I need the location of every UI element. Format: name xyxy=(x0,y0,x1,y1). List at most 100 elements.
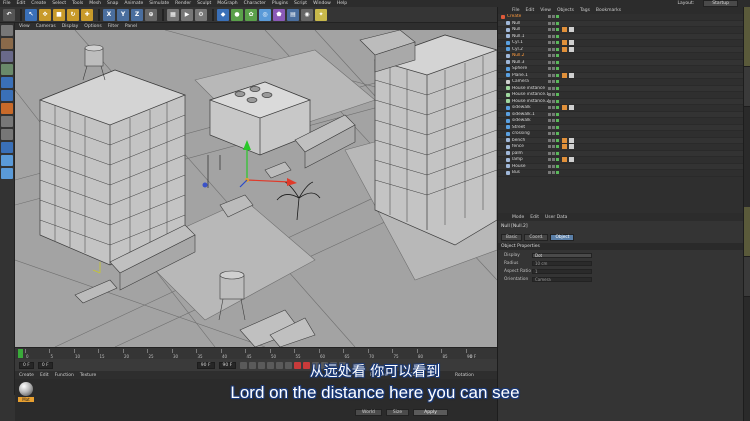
viewport-menu-display[interactable]: Display xyxy=(62,24,79,29)
texture-tag-icon[interactable] xyxy=(562,137,567,143)
visibility-dots[interactable] xyxy=(548,67,560,71)
om-menu-edit[interactable]: Edit xyxy=(526,8,535,13)
visibility-dots[interactable] xyxy=(548,119,560,123)
tweak-mode-icon[interactable] xyxy=(1,129,13,140)
am-menu-edit[interactable]: Edit xyxy=(530,215,539,220)
menu-character[interactable]: Character xyxy=(244,1,266,6)
object-name[interactable]: House instance.1 xyxy=(512,92,552,97)
object-name[interactable]: crossing xyxy=(512,131,552,136)
tab-basic[interactable]: Basic xyxy=(501,234,523,241)
render-view-icon[interactable]: ▦ xyxy=(167,8,179,21)
visibility-dots[interactable] xyxy=(548,34,560,38)
timeline-ruler[interactable]: 0 5 10 15 20 25 30 35 40 45 50 55 60 65 70 75 80 85 90 0 F xyxy=(15,347,497,359)
object-name[interactable]: Cyl.1 xyxy=(512,40,552,45)
axis-y-button[interactable]: Y xyxy=(117,8,129,21)
visibility-dots[interactable] xyxy=(548,151,560,155)
material-tag-icon[interactable] xyxy=(569,157,574,163)
light-icon[interactable]: ✦ xyxy=(315,8,327,21)
am-menu-user-data[interactable]: User Data xyxy=(545,215,567,220)
object-name[interactable]: sidewalk xyxy=(512,118,552,123)
objects-side-tab[interactable] xyxy=(744,7,750,67)
subdivision-icon[interactable]: ● xyxy=(231,8,243,21)
live-select-icon[interactable]: ↖ xyxy=(25,8,37,21)
visibility-dots[interactable] xyxy=(548,164,560,168)
recent-tools-icon[interactable]: ✚ xyxy=(81,8,93,21)
object-row[interactable]: Bus xyxy=(498,170,743,177)
menu-mograph[interactable]: MoGraph xyxy=(217,1,237,6)
object-name[interactable]: Bus xyxy=(512,170,552,175)
coord-mode-dropdown[interactable]: World xyxy=(355,409,382,416)
camera-icon[interactable]: ◉ xyxy=(301,8,313,21)
viewport-menu-options[interactable]: Options xyxy=(84,24,101,29)
object-name[interactable]: House xyxy=(512,164,552,169)
visibility-dots[interactable] xyxy=(548,99,560,103)
visibility-dots[interactable] xyxy=(548,47,560,51)
aspect-ratio-input[interactable]: 1 xyxy=(532,268,592,274)
takes-side-tab[interactable] xyxy=(744,67,750,107)
array-icon[interactable]: ✿ xyxy=(245,8,257,21)
edges-mode-icon[interactable] xyxy=(1,90,13,101)
object-name[interactable]: Null.1 xyxy=(512,34,552,39)
object-name[interactable]: palm xyxy=(512,151,552,156)
menu-render[interactable]: Render xyxy=(175,1,191,6)
points-mode-icon[interactable] xyxy=(1,77,13,88)
menu-window[interactable]: Window xyxy=(313,1,331,6)
object-name[interactable]: Street xyxy=(512,125,552,130)
object-name[interactable]: bench xyxy=(512,138,552,143)
material-tag-icon[interactable] xyxy=(569,46,574,52)
menu-help[interactable]: Help xyxy=(337,1,347,6)
visibility-dots[interactable] xyxy=(548,112,560,116)
deformer-icon[interactable]: ⬟ xyxy=(273,8,285,21)
texture-tag-icon[interactable] xyxy=(562,27,567,33)
visibility-dots[interactable] xyxy=(548,60,560,64)
visibility-dots[interactable] xyxy=(548,138,560,142)
menu-tools[interactable]: Tools xyxy=(72,1,83,6)
apply-button[interactable]: Apply xyxy=(413,409,448,416)
visibility-dots[interactable] xyxy=(548,158,560,162)
object-name[interactable]: Camera xyxy=(512,79,552,84)
om-menu-file[interactable]: File xyxy=(512,8,520,13)
object-name[interactable]: sidewalk xyxy=(512,105,552,110)
undo-icon[interactable]: ↶ xyxy=(3,8,15,21)
viewport-menu-panel[interactable]: Panel xyxy=(125,24,137,29)
move-icon[interactable]: ✥ xyxy=(39,8,51,21)
scene-icon[interactable]: ▤ xyxy=(287,8,299,21)
visibility-dots[interactable] xyxy=(548,125,560,129)
visibility-dots[interactable] xyxy=(548,41,560,45)
object-name[interactable]: lamp xyxy=(512,157,552,162)
display-dropdown[interactable]: Dot xyxy=(532,252,592,258)
object-name[interactable]: House instance xyxy=(512,86,552,91)
layout-dropdown[interactable]: Startup xyxy=(703,0,738,7)
material-tag-icon[interactable] xyxy=(569,27,574,33)
material-tag-icon[interactable] xyxy=(569,72,574,78)
texture-tag-icon[interactable] xyxy=(562,46,567,52)
viewport-menu-filter[interactable]: Filter xyxy=(108,24,119,29)
object-name[interactable]: Null.2 xyxy=(512,53,552,58)
object-name[interactable]: Null.3 xyxy=(512,60,552,65)
axis-mode-icon[interactable] xyxy=(1,116,13,127)
visibility-dots[interactable] xyxy=(548,15,560,19)
render-settings-icon[interactable]: ⚙ xyxy=(195,8,207,21)
layers-side-tab[interactable] xyxy=(744,257,750,297)
menu-animate[interactable]: Animate xyxy=(124,1,143,6)
axis-x-button[interactable]: X xyxy=(103,8,115,21)
size-mode-dropdown[interactable]: Size xyxy=(385,409,410,416)
workplane-lock-icon[interactable] xyxy=(1,168,13,179)
rotate-icon[interactable]: ↻ xyxy=(67,8,79,21)
visibility-dots[interactable] xyxy=(548,21,560,25)
menu-sculpt[interactable]: Sculpt xyxy=(197,1,211,6)
orientation-dropdown[interactable]: Camera xyxy=(532,276,592,282)
object-name[interactable]: Null xyxy=(512,27,552,32)
object-name[interactable]: Plane.1 xyxy=(512,73,552,78)
am-menu-mode[interactable]: Mode xyxy=(512,215,524,220)
visibility-dots[interactable] xyxy=(548,171,560,175)
object-name[interactable]: fence xyxy=(512,144,552,149)
polygons-mode-icon[interactable] xyxy=(1,103,13,114)
viewport-menu-view[interactable]: View xyxy=(19,24,30,29)
texture-tag-icon[interactable] xyxy=(562,40,567,46)
object-name[interactable]: Null xyxy=(512,21,552,26)
visibility-dots[interactable] xyxy=(548,28,560,32)
tab-coord[interactable]: Coord. xyxy=(524,234,549,241)
menu-file[interactable]: File xyxy=(3,1,11,6)
render-picture-viewer-icon[interactable]: ▶ xyxy=(181,8,193,21)
